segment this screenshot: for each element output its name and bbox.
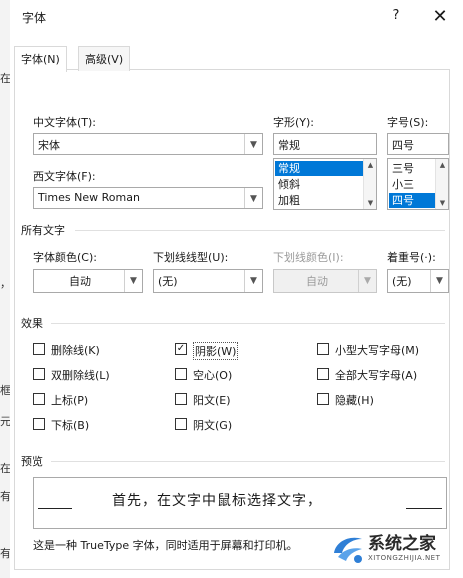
all-caps-label[interactable]: 全部大写字母(A): [335, 367, 417, 383]
tab-strip: 字体(N) 高级(V): [14, 46, 450, 72]
size-label: 字号(S):: [387, 116, 429, 129]
shadow-label[interactable]: 阴影(W): [193, 342, 239, 360]
style-list[interactable]: 常规 倾斜 加粗 ▲ ▼: [273, 158, 377, 210]
size-input[interactable]: 四号: [387, 133, 449, 155]
divider: [75, 230, 445, 231]
scroll-down-icon[interactable]: ▼: [436, 197, 448, 209]
engrave-checkbox[interactable]: [175, 418, 187, 430]
outline-label[interactable]: 空心(O): [193, 367, 232, 383]
watermark-logo-icon: [334, 537, 362, 563]
list-item[interactable]: 加粗: [275, 193, 363, 208]
superscript-label[interactable]: 上标(P): [51, 392, 88, 408]
shadow-checkbox[interactable]: ✓: [175, 343, 187, 355]
chevron-down-icon[interactable]: ▼: [244, 188, 262, 208]
chevron-down-icon[interactable]: ▼: [244, 134, 262, 154]
preview-underline-left: [38, 508, 72, 509]
preview-underline-right: [406, 508, 442, 509]
dialog-title: 字体: [22, 11, 47, 25]
style-value: 常规: [278, 139, 300, 152]
clipped-text: ，: [0, 277, 11, 290]
clipped-text: 有: [0, 547, 11, 560]
scroll-up-icon[interactable]: ▲: [364, 159, 376, 171]
font-color-value: 自动: [69, 275, 91, 288]
clipped-text: 有: [0, 490, 11, 503]
list-item[interactable]: 常规: [275, 161, 363, 176]
preview-section-title: 预览: [21, 455, 43, 468]
clipped-text: 元: [0, 415, 11, 428]
font-tab-panel: 中文字体(T): 宋体 ▼ 西文字体(F): Times New Roman ▼…: [14, 70, 450, 570]
font-dialog: 字体 ? ✕ 字体(N) 高级(V) 中文字体(T): 宋体 ▼ 西文字体(F)…: [10, 0, 463, 578]
close-button[interactable]: ✕: [428, 6, 452, 30]
scrollbar[interactable]: ▲ ▼: [435, 159, 448, 209]
title-bar: 字体 ? ✕: [10, 0, 463, 36]
hidden-checkbox[interactable]: [317, 393, 329, 405]
style-input[interactable]: 常规: [273, 133, 377, 155]
scroll-down-icon[interactable]: ▼: [364, 197, 376, 209]
all-caps-checkbox[interactable]: [317, 368, 329, 380]
emphasis-select[interactable]: (无) ▼: [387, 269, 449, 293]
divider: [51, 461, 445, 462]
background-window-edge: 在 ， 框 元 在 有 有: [0, 0, 11, 578]
subscript-label[interactable]: 下标(B): [51, 417, 89, 433]
watermark-url: XITONGZHIJIA.NET: [368, 554, 441, 562]
underline-style-select[interactable]: (无) ▼: [153, 269, 263, 293]
truetype-note: 这是一种 TrueType 字体，同时适用于屏幕和打印机。: [33, 539, 298, 552]
emboss-label[interactable]: 阳文(E): [193, 392, 231, 408]
clipped-text: 在: [0, 462, 11, 475]
clipped-text: 框: [0, 384, 11, 397]
chinese-font-value: 宋体: [38, 139, 60, 152]
scrollbar[interactable]: ▲ ▼: [363, 159, 376, 209]
underline-color-value: 自动: [306, 275, 328, 288]
strikethrough-label[interactable]: 删除线(K): [51, 342, 100, 358]
hidden-label[interactable]: 隐藏(H): [335, 392, 374, 408]
list-item[interactable]: 倾斜: [275, 177, 363, 192]
tab-advanced[interactable]: 高级(V): [78, 46, 131, 71]
engrave-label[interactable]: 阴文(G): [193, 417, 232, 433]
double-strikethrough-checkbox[interactable]: [33, 368, 45, 380]
small-caps-checkbox[interactable]: [317, 343, 329, 355]
size-value: 四号: [392, 139, 414, 152]
emphasis-label: 着重号(·):: [387, 251, 436, 264]
list-item[interactable]: 四号: [389, 193, 435, 208]
double-strikethrough-label[interactable]: 双删除线(L): [51, 367, 110, 383]
list-item[interactable]: 小三: [389, 177, 435, 192]
divider: [51, 323, 445, 324]
chevron-down-icon[interactable]: ▼: [124, 270, 142, 292]
superscript-checkbox[interactable]: [33, 393, 45, 405]
underline-style-value: (无): [158, 275, 178, 288]
font-color-label: 字体颜色(C):: [33, 251, 97, 264]
western-font-value: Times New Roman: [38, 191, 140, 204]
chevron-down-icon[interactable]: ▼: [430, 270, 448, 292]
underline-style-label: 下划线线型(U):: [153, 251, 229, 264]
strikethrough-checkbox[interactable]: [33, 343, 45, 355]
style-label: 字形(Y):: [273, 116, 315, 129]
font-color-select[interactable]: 自动 ▼: [33, 269, 143, 293]
effects-section-title: 效果: [21, 317, 43, 330]
site-watermark: 系统之家 XITONGZHIJIA.NET: [330, 527, 460, 575]
underline-color-label: 下划线颜色(I):: [273, 251, 344, 264]
small-caps-label[interactable]: 小型大写字母(M): [335, 342, 419, 358]
all-text-section-title: 所有文字: [21, 224, 65, 237]
emboss-checkbox[interactable]: [175, 393, 187, 405]
western-font-select[interactable]: Times New Roman ▼: [33, 187, 263, 209]
subscript-checkbox[interactable]: [33, 418, 45, 430]
scroll-up-icon[interactable]: ▲: [436, 159, 448, 171]
preview-box: 首先，在文字中鼠标选择文字，: [33, 477, 447, 529]
western-font-label: 西文字体(F):: [33, 170, 96, 183]
size-list[interactable]: 三号 小三 四号 ▲ ▼: [387, 158, 449, 210]
tab-font[interactable]: 字体(N): [14, 46, 67, 72]
underline-color-select: 自动 ▼: [273, 269, 377, 293]
help-button[interactable]: ?: [386, 8, 406, 28]
chinese-font-select[interactable]: 宋体 ▼: [33, 133, 263, 155]
list-item[interactable]: 三号: [389, 161, 435, 176]
chevron-down-icon: ▼: [358, 270, 376, 292]
chinese-font-label: 中文字体(T):: [33, 116, 97, 129]
watermark-text: 系统之家: [368, 534, 436, 554]
chevron-down-icon[interactable]: ▼: [244, 270, 262, 292]
outline-checkbox[interactable]: [175, 368, 187, 380]
preview-text: 首先，在文字中鼠标选择文字，: [112, 493, 322, 509]
clipped-text: 在: [0, 72, 11, 85]
emphasis-value: (无): [392, 275, 412, 288]
